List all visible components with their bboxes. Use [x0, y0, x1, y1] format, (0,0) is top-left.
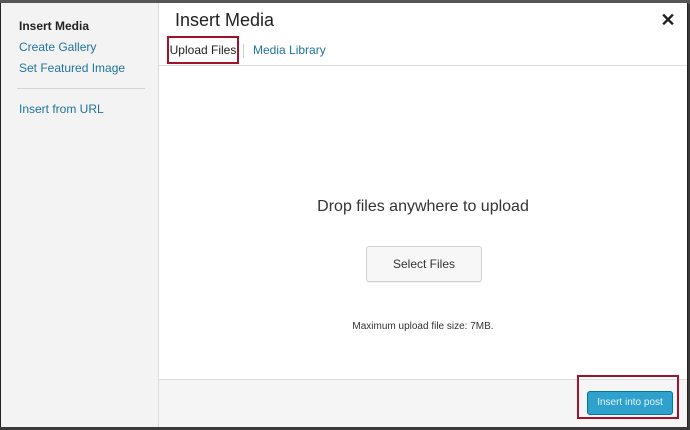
frame-title: Insert Media	[175, 10, 275, 30]
tab-media-library[interactable]: Media Library	[253, 43, 326, 57]
max-upload-size: Maximum upload file size: 7MB.	[352, 321, 494, 332]
menu-item-create-gallery[interactable]: Create Gallery	[19, 40, 96, 54]
close-icon[interactable]: ✕	[659, 11, 677, 29]
select-files-button[interactable]: Select Files	[366, 246, 482, 282]
tab-divider	[243, 44, 244, 58]
upload-content[interactable]: Drop files anywhere to upload Select Fil…	[159, 66, 687, 379]
menu-item-insert-media[interactable]: Insert Media	[19, 19, 89, 33]
tab-upload-files[interactable]: Upload Files	[167, 36, 239, 64]
insert-into-post-button[interactable]: Insert into post	[587, 391, 673, 415]
menu-item-set-featured-image[interactable]: Set Featured Image	[19, 61, 125, 75]
media-toolbar: Insert into post	[159, 375, 687, 427]
menu-separator	[17, 88, 145, 89]
media-frame: Insert Media ✕ Upload Files Media Librar…	[159, 3, 687, 427]
router-tabs: Upload Files Media Library	[159, 35, 687, 66]
drop-instructions: Drop files anywhere to upload	[317, 198, 529, 215]
menu-item-insert-from-url[interactable]: Insert from URL	[19, 102, 104, 116]
media-modal: Insert Media Create Gallery Set Featured…	[0, 3, 688, 427]
media-menu: Insert Media Create Gallery Set Featured…	[1, 3, 159, 427]
